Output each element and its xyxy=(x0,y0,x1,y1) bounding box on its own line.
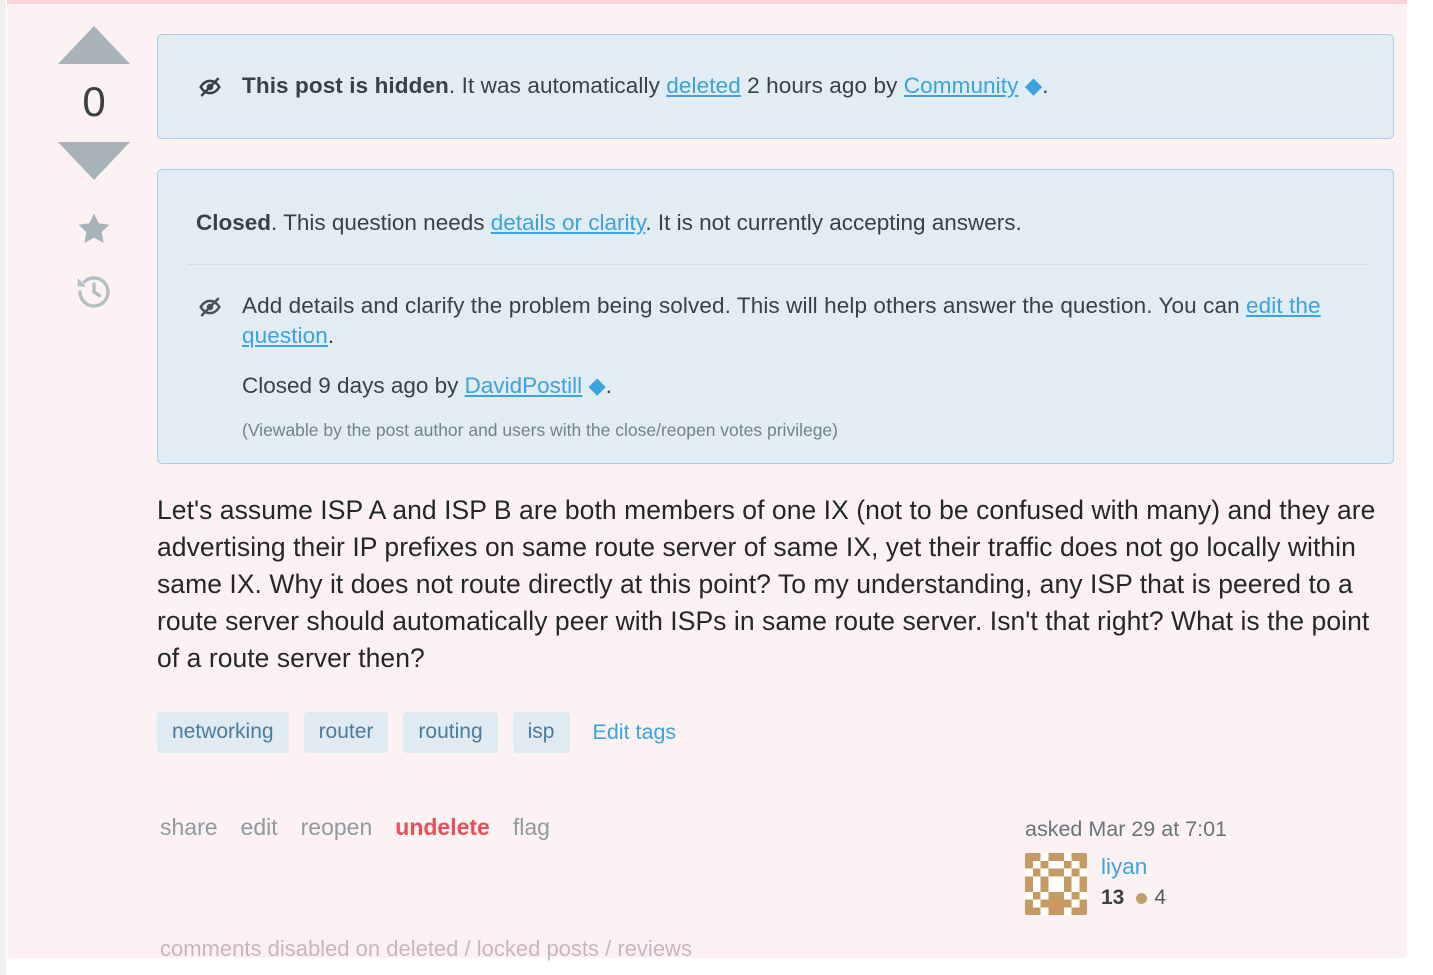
hidden-eye-icon xyxy=(196,74,224,105)
moderator-diamond-icon: ◆ xyxy=(582,373,606,398)
closed-by-line: Closed 9 days ago by DavidPostill ◆. xyxy=(242,371,1371,401)
closed-headline: Closed. This question needs details or c… xyxy=(158,170,1393,238)
notice-row: This post is hidden. It was automaticall… xyxy=(158,35,1393,105)
moderator-diamond-icon: ◆ xyxy=(1018,73,1043,98)
edit-button[interactable]: edit xyxy=(241,814,278,841)
closed-by-text: Closed 9 days ago by xyxy=(242,373,465,398)
asker-user-card: asked Mar 29 at 7:01 liyan 13 4 xyxy=(1025,816,1275,915)
reopen-button[interactable]: reopen xyxy=(301,814,373,841)
post-hidden-end: . xyxy=(1042,73,1049,98)
bronze-badge-icon xyxy=(1136,892,1148,904)
closed-body-end: . xyxy=(327,323,335,348)
tag-routing[interactable]: routing xyxy=(403,712,498,753)
post-actions: share edit reopen undelete flag xyxy=(160,814,573,841)
identicon-avatar[interactable] xyxy=(1025,853,1087,915)
closed-detail-text-wrap: Add details and clarify the problem bein… xyxy=(242,291,1371,442)
hidden-eye-icon xyxy=(196,294,224,325)
closer-user-link[interactable]: DavidPostill xyxy=(465,373,583,398)
close-reason-link[interactable]: details or clarity xyxy=(491,210,646,235)
reputation-score: 13 xyxy=(1101,886,1125,909)
closed-by-end: . xyxy=(605,373,613,398)
post-hidden-notice: This post is hidden. It was automaticall… xyxy=(157,34,1394,139)
post-hidden-after-bold: . It was automatically xyxy=(448,73,667,98)
deleted-link[interactable]: deleted xyxy=(666,73,741,98)
tag-networking[interactable]: networking xyxy=(157,712,289,753)
user-meta: liyan 13 4 xyxy=(1101,853,1166,910)
share-button[interactable]: share xyxy=(160,814,218,841)
user-block: liyan 13 4 xyxy=(1025,853,1275,915)
closed-bold: Closed xyxy=(196,210,272,235)
edit-tags-link[interactable]: Edit tags xyxy=(593,720,677,745)
tag-router[interactable]: router xyxy=(303,712,389,753)
question-closed-notice: Closed. This question needs details or c… xyxy=(157,169,1394,464)
vote-cell: 0 xyxy=(55,26,133,312)
question-page: 0 This post is hidden. It was automatica… xyxy=(0,0,1433,975)
user-name-link[interactable]: liyan xyxy=(1101,853,1166,880)
closed-detail-row: Add details and clarify the problem bein… xyxy=(196,291,1371,442)
closed-body-text: Add details and clarify the problem bein… xyxy=(242,293,1247,318)
bronze-badge-count: 4 xyxy=(1154,886,1167,909)
page-left-gutter xyxy=(0,0,6,975)
closed-detail-text: Add details and clarify the problem bein… xyxy=(242,291,1371,351)
viewable-privilege-note: (Viewable by the post author and users w… xyxy=(242,420,838,440)
tag-list: networking router routing isp Edit tags xyxy=(157,712,676,753)
flag-button[interactable]: flag xyxy=(513,814,550,841)
closed-head-text-2: . It is not currently accepting answers. xyxy=(645,210,1022,235)
closed-detail-block: Add details and clarify the problem bein… xyxy=(158,265,1393,442)
closed-head-text-1: . This question needs xyxy=(271,210,491,235)
history-icon[interactable] xyxy=(74,272,114,312)
arrow-down-icon[interactable] xyxy=(58,142,130,180)
deleted-post-surface: 0 This post is hidden. It was automatica… xyxy=(7,0,1407,961)
comments-disabled-note: comments disabled on deleted / locked po… xyxy=(160,936,692,961)
tag-isp[interactable]: isp xyxy=(512,712,570,753)
post-hidden-bold: This post is hidden xyxy=(242,73,449,98)
question-body: Let's assume ISP A and ISP B are both me… xyxy=(157,495,1376,673)
community-user-link[interactable]: Community xyxy=(904,73,1019,98)
user-reputation-row: 13 4 xyxy=(1101,886,1166,910)
post-hidden-text: This post is hidden. It was automaticall… xyxy=(242,71,1049,101)
star-icon[interactable] xyxy=(74,210,114,248)
asked-timestamp: asked Mar 29 at 7:01 xyxy=(1025,817,1227,841)
post-hidden-middle: 2 hours ago by xyxy=(740,73,904,98)
undelete-button[interactable]: undelete xyxy=(395,814,490,841)
arrow-up-icon[interactable] xyxy=(58,26,130,64)
vote-count: 0 xyxy=(82,78,106,125)
